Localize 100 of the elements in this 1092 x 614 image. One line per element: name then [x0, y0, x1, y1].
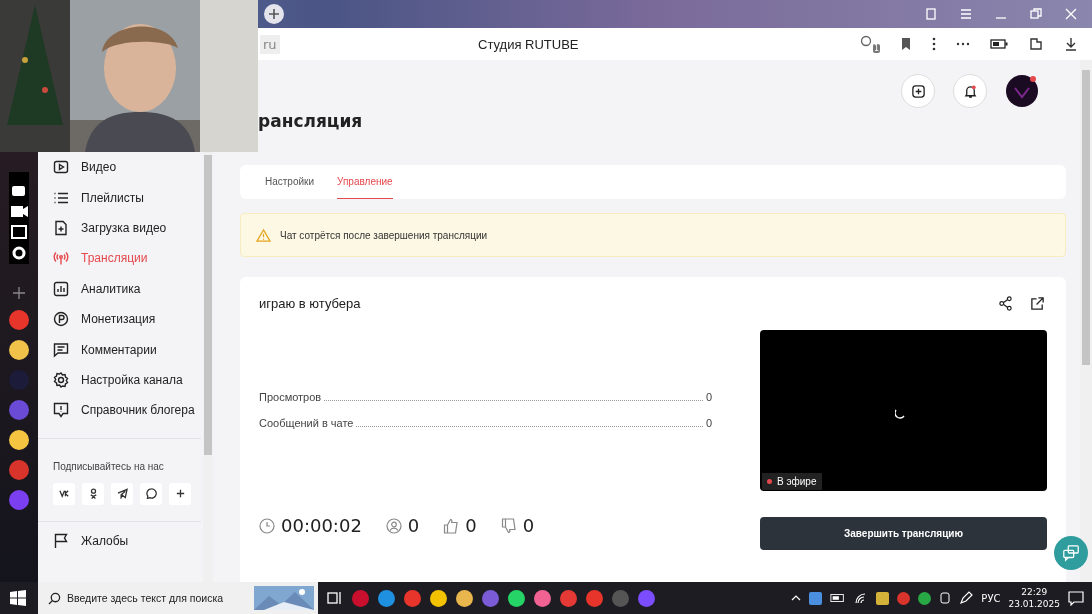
page-heading: рансляция	[258, 111, 363, 131]
ok-button[interactable]	[82, 482, 104, 505]
video-player[interactable]: В эфире	[760, 330, 1047, 491]
tray-app-icon[interactable]	[809, 591, 823, 605]
user-icon	[385, 517, 402, 534]
extensions-icon[interactable]	[1028, 36, 1044, 52]
viber-icon	[145, 488, 157, 499]
nav-item[interactable]: Настройка канала	[38, 364, 202, 396]
chevron-up-icon[interactable]	[791, 595, 802, 601]
battery-icon	[830, 593, 847, 603]
scrollbar-thumb[interactable]	[1082, 70, 1090, 365]
restore-icon[interactable]	[1029, 7, 1043, 21]
stat-label: Просмотров	[259, 391, 322, 403]
more-icon[interactable]	[932, 37, 936, 51]
video-icon	[53, 159, 69, 176]
tab[interactable]: Управление	[337, 165, 393, 199]
counter-value: 00:00:02	[281, 515, 362, 536]
thumbs-down-icon	[500, 517, 517, 534]
device-icon[interactable]	[939, 591, 952, 605]
start-icon[interactable]	[10, 590, 26, 606]
taskbar-app-icon[interactable]	[430, 589, 447, 607]
stream-title: играю в ютубера	[259, 296, 362, 311]
clock-date[interactable]: 23.01.2025	[1008, 598, 1060, 610]
clock-time[interactable]: 22:29	[1021, 586, 1048, 598]
share-icon[interactable]	[998, 296, 1013, 311]
vk-button[interactable]	[53, 482, 75, 505]
plus-icon	[268, 8, 280, 20]
vk-icon	[58, 488, 70, 499]
loading-spinner-icon	[895, 407, 907, 419]
money-icon	[53, 311, 69, 328]
tray-app-icon[interactable]	[876, 591, 890, 605]
page-title: Студия RUTUBE	[478, 36, 579, 52]
nav-item[interactable]: Трансляции	[38, 243, 202, 274]
analytics-icon	[53, 280, 69, 297]
gear-icon	[53, 371, 69, 388]
menu-icon[interactable]	[959, 7, 973, 21]
stat-value: 0	[705, 391, 712, 403]
stat-label: Сообщений в чате	[259, 417, 354, 429]
plus-icon	[174, 488, 186, 499]
plus-button[interactable]	[169, 482, 191, 505]
counter-value: 0	[407, 515, 420, 536]
end-stream-button[interactable]: Завершить трансляцию	[760, 517, 1047, 550]
viber-button[interactable]	[140, 482, 162, 505]
complaints-link[interactable]: Жалобы	[38, 525, 202, 556]
scrollbar-thumb[interactable]	[204, 155, 212, 455]
bookmark-icon[interactable]	[900, 37, 912, 51]
warning-icon	[256, 228, 271, 242]
taskbar-app-icon[interactable]	[508, 589, 525, 607]
plus-square-icon	[910, 83, 926, 99]
notifications-button[interactable]	[953, 74, 987, 108]
plus-icon[interactable]	[12, 286, 26, 300]
avatar[interactable]	[1005, 74, 1039, 108]
nav-item[interactable]: Комментарии	[38, 334, 202, 365]
live-badge: В эфире	[762, 473, 822, 490]
telegram-button[interactable]	[111, 482, 133, 505]
thumbs-up-icon	[443, 517, 460, 534]
counter-value: 0	[522, 515, 535, 536]
alert-text: Чат сотрётся после завершения трансляции	[280, 229, 488, 241]
tab[interactable]: Настройки	[265, 165, 315, 199]
close-icon[interactable]	[1064, 7, 1078, 21]
battery-icon	[990, 39, 1008, 49]
app-icon[interactable]	[9, 430, 29, 450]
external-link-icon[interactable]	[1030, 296, 1045, 311]
nav-item[interactable]: Загрузка видео	[38, 212, 202, 244]
app-icon[interactable]	[9, 340, 29, 360]
clock-icon	[259, 517, 275, 534]
nav-item[interactable]: Аналитика	[38, 273, 202, 304]
flag-icon	[53, 532, 69, 549]
broadcast-icon	[53, 250, 69, 267]
tray-app-icon[interactable]	[918, 591, 932, 605]
nav-item[interactable]: Справочник блогера	[38, 395, 202, 426]
tracker-button[interactable]: 1	[860, 35, 880, 53]
notification-icon[interactable]	[1068, 590, 1084, 606]
tray-app-icon[interactable]	[897, 591, 911, 605]
comments-icon	[53, 341, 69, 358]
add-button[interactable]	[901, 74, 935, 108]
nav-item[interactable]: Плейлисты	[38, 182, 202, 213]
search-input[interactable]: Введите здесь текст для поиска	[67, 592, 248, 604]
upload-icon	[53, 219, 69, 236]
nav-item[interactable]: Видео	[38, 152, 202, 183]
telegram-icon	[116, 488, 128, 499]
bell-icon	[962, 83, 978, 99]
taskbar-app-icon[interactable]	[456, 589, 473, 607]
chat-icon	[1062, 544, 1080, 562]
info-icon	[53, 402, 69, 419]
taskbar-app-icon[interactable]	[534, 589, 551, 607]
pen-icon[interactable]	[959, 591, 974, 605]
nav-item[interactable]: Монетизация	[38, 303, 202, 335]
search-icon	[48, 591, 61, 605]
ellipsis-icon[interactable]	[956, 42, 970, 46]
language-indicator[interactable]: РУС	[981, 592, 1001, 604]
follow-label: Подписывайтесь на нас	[52, 460, 165, 472]
taskbar-search-field[interactable]: Введите здесь текст для поиска	[38, 582, 318, 614]
stat-value: 0	[705, 417, 712, 429]
taskbar-app-icon[interactable]	[378, 589, 395, 607]
bookmarks-icon[interactable]	[924, 7, 938, 21]
download-icon[interactable]	[1064, 37, 1078, 51]
counter-value: 0	[465, 515, 477, 536]
new-tab-button[interactable]	[264, 4, 284, 24]
task-view-icon[interactable]	[327, 590, 343, 606]
